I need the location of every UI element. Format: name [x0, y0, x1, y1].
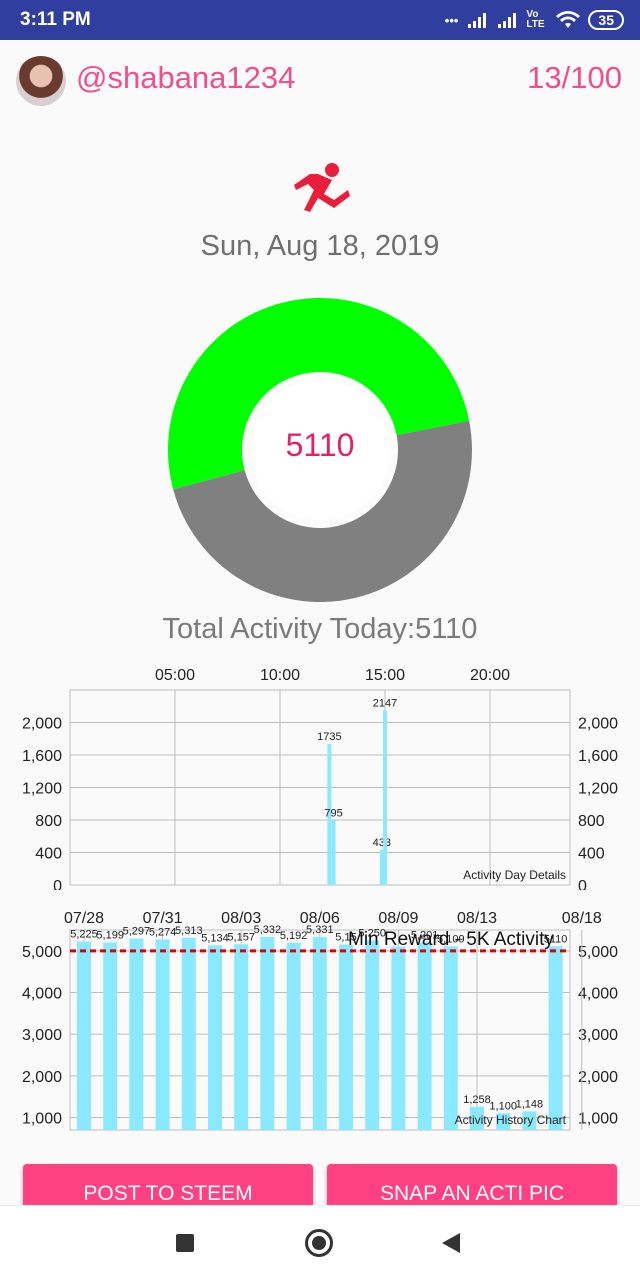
chart-bar [103, 942, 118, 1130]
signal-icon-2 [498, 13, 517, 28]
y-tick-label-right: 0 [578, 878, 587, 890]
chart-bar [331, 820, 336, 885]
bar-value-label: 5,199 [96, 930, 124, 942]
lte-icon: Vo LTE [526, 9, 545, 30]
y-tick-label-right: 800 [578, 813, 605, 830]
runner-icon [294, 163, 350, 212]
chart-bar [383, 710, 387, 885]
y-tick-label-right: 2,000 [578, 716, 618, 733]
chart-bar [286, 942, 301, 1130]
x-tick-label: 15:00 [365, 667, 405, 684]
chart-bar [129, 938, 144, 1130]
recent-apps-button[interactable] [176, 1234, 194, 1252]
chart-bar [260, 937, 275, 1130]
y-tick-label: 5,000 [22, 944, 62, 961]
username[interactable]: @shabana1234 [76, 60, 295, 96]
nav-bar [0, 1205, 640, 1281]
home-button[interactable] [305, 1229, 333, 1257]
chart-bar [208, 945, 222, 1130]
y-tick-label-right: 5,000 [578, 944, 618, 961]
x-tick-label: 08/09 [378, 910, 418, 927]
back-button[interactable] [440, 1231, 462, 1255]
chart-bar [155, 939, 170, 1130]
bar-value-label: 2147 [373, 698, 397, 710]
bar-value-label: 1,258 [463, 1094, 491, 1106]
chart-bar [391, 946, 406, 1130]
chart-bar [77, 941, 91, 1130]
y-tick-label-right: 400 [578, 846, 605, 863]
y-tick-label-right: 2,000 [578, 1069, 618, 1086]
bar-value-label: 1,148 [516, 1098, 544, 1110]
chart-description: Activity History Chart [455, 1113, 567, 1127]
bar-value-label: 795 [324, 807, 342, 819]
bar-value-label: 433 [373, 837, 391, 849]
date-label: Sun, Aug 18, 2019 [200, 230, 440, 262]
bar-value-label: 5,313 [175, 925, 203, 937]
x-tick-label: 05:00 [155, 667, 195, 684]
total-activity-label: Total Activity Today:5110 [162, 613, 478, 645]
bar-value-label: 5,134 [201, 932, 229, 944]
chart-bar [417, 942, 432, 1130]
y-tick-label-right: 1,600 [578, 748, 618, 765]
bar-value-label: 5,192 [280, 930, 308, 942]
signal-icon [468, 13, 487, 28]
chart-bar [234, 944, 249, 1130]
x-tick-label: 07/28 [64, 910, 104, 927]
chart-bar [365, 940, 380, 1130]
status-icons: ••• Vo LTE 35 [445, 8, 624, 32]
y-tick-label-right: 3,000 [578, 1027, 618, 1044]
y-tick-label-right: 4,000 [578, 986, 618, 1003]
wifi-icon [556, 11, 581, 28]
y-tick-label: 3,000 [22, 1027, 62, 1044]
y-tick-label: 1,000 [22, 1111, 62, 1128]
bar-value-label: 1735 [317, 731, 341, 743]
x-tick-label: 08/18 [562, 910, 602, 927]
bar-value-label: 1,100 [489, 1100, 517, 1112]
y-tick-label: 1,200 [22, 781, 62, 798]
chart-bar [181, 937, 196, 1130]
chart-bar [548, 946, 563, 1130]
chart-description: Activity Day Details [463, 868, 566, 882]
chart-bar [339, 944, 353, 1130]
profile-header: @shabana1234 13/100 [0, 40, 640, 120]
y-tick-label: 800 [35, 813, 62, 830]
chart-bar [312, 937, 327, 1130]
y-tick-label: 400 [35, 846, 62, 863]
y-tick-label-right: 1,200 [578, 781, 618, 798]
post-count: 13/100 [527, 60, 622, 95]
min-reward-label: Min Reward - 5K Activity [348, 929, 554, 950]
bar-value-label: 5,331 [306, 924, 334, 936]
bar-value-label: 5,225 [70, 928, 98, 940]
status-time: 3:11 PM [20, 9, 91, 30]
y-tick-label: 1,600 [22, 748, 62, 765]
x-tick-label: 08/13 [457, 910, 497, 927]
bar-value-label: 5,274 [149, 926, 177, 938]
x-tick-label: 10:00 [260, 667, 300, 684]
y-tick-label: 2,000 [22, 716, 62, 733]
y-tick-label-right: 1,000 [578, 1111, 618, 1128]
bar-value-label: 5,157 [227, 931, 255, 943]
status-bar: 3:11 PM ••• Vo LTE 35 [0, 0, 640, 40]
bar-value-label: 5,332 [254, 924, 282, 936]
y-tick-label: 0 [53, 878, 62, 890]
avatar[interactable] [16, 56, 66, 106]
x-tick-label: 20:00 [470, 667, 510, 684]
activity-center-value: 5110 [285, 427, 355, 463]
activity-history-chart: 5,000 5,000 4,000 4,000 3,000 3,000 2,000 2,000… [22, 910, 618, 1131]
more-dots-icon: ••• [444, 12, 459, 28]
bar-value-label: 5,297 [123, 925, 151, 937]
y-tick-label: 2,000 [22, 1069, 62, 1086]
battery-icon: 35 [588, 10, 624, 30]
home-dot-icon [312, 1236, 326, 1250]
activity-day-chart: 2,000 2,000 1,600 1,600 1,200 1,200 800 800 400 4… [22, 667, 618, 890]
chart-bar [443, 946, 458, 1130]
y-tick-label: 4,000 [22, 986, 62, 1003]
